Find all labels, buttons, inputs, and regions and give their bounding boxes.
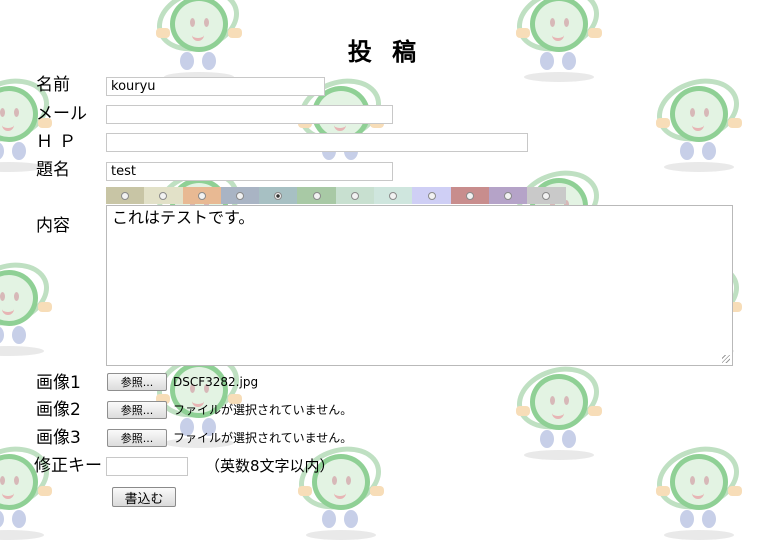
subject-label: 題名 <box>36 160 70 180</box>
color-radio[interactable] <box>159 191 168 200</box>
color-swatch[interactable] <box>297 187 336 204</box>
color-radio[interactable] <box>427 191 436 200</box>
color-radio[interactable] <box>465 191 474 200</box>
name-label: 名前 <box>36 75 70 95</box>
color-swatch[interactable] <box>106 187 145 204</box>
subject-input[interactable] <box>106 162 393 181</box>
email-label: メール <box>36 104 87 124</box>
color-radio[interactable] <box>197 191 206 200</box>
color-radio[interactable] <box>389 191 398 200</box>
edit-key-input[interactable] <box>106 457 188 476</box>
color-swatch[interactable] <box>450 187 489 204</box>
page-title: 投 稿 <box>347 38 423 66</box>
color-radio[interactable] <box>121 191 130 200</box>
name-input[interactable] <box>106 77 325 96</box>
color-radio[interactable] <box>312 191 321 200</box>
image3-browse-button[interactable]: 参照... <box>107 429 167 447</box>
hp-label: ＨＰ <box>36 132 82 152</box>
content-textarea[interactable]: これはテストです。 <box>106 205 733 366</box>
color-swatch[interactable] <box>335 187 375 204</box>
color-radio[interactable] <box>236 191 245 200</box>
image1-file-name: DSCF3282.jpg <box>173 375 259 389</box>
color-radio[interactable] <box>542 191 551 200</box>
color-swatch[interactable] <box>374 187 413 204</box>
image3-file-name: ファイルが選択されていません。 <box>173 431 353 445</box>
resize-handle-icon[interactable] <box>722 355 730 363</box>
post-form: 投 稿 名前 メール ＨＰ 題名 内容 これはテストです。 画像1 参照... … <box>0 0 760 522</box>
color-swatch[interactable] <box>488 187 528 204</box>
color-radio[interactable] <box>504 191 513 200</box>
hp-input[interactable] <box>106 133 528 152</box>
color-selector <box>106 187 566 204</box>
color-swatch[interactable] <box>259 187 298 204</box>
color-swatch[interactable] <box>182 187 221 204</box>
color-radio[interactable] <box>274 191 283 200</box>
image3-label: 画像3 <box>36 428 81 448</box>
image2-browse-button[interactable]: 参照... <box>107 401 167 419</box>
color-swatch[interactable] <box>527 187 566 204</box>
edit-key-hint: （英数8文字以内） <box>205 457 335 475</box>
image2-file-name: ファイルが選択されていません。 <box>173 403 353 417</box>
edit-key-label: 修正キー <box>34 456 102 476</box>
color-swatch[interactable] <box>412 187 451 204</box>
image1-browse-button[interactable]: 参照... <box>107 373 167 391</box>
submit-button[interactable]: 書込む <box>112 487 176 507</box>
color-swatch[interactable] <box>144 187 183 204</box>
color-swatch[interactable] <box>220 187 260 204</box>
image1-label: 画像1 <box>36 373 81 393</box>
email-input[interactable] <box>106 105 393 124</box>
image2-label: 画像2 <box>36 400 81 420</box>
color-radio[interactable] <box>350 191 359 200</box>
content-label: 内容 <box>36 216 70 236</box>
